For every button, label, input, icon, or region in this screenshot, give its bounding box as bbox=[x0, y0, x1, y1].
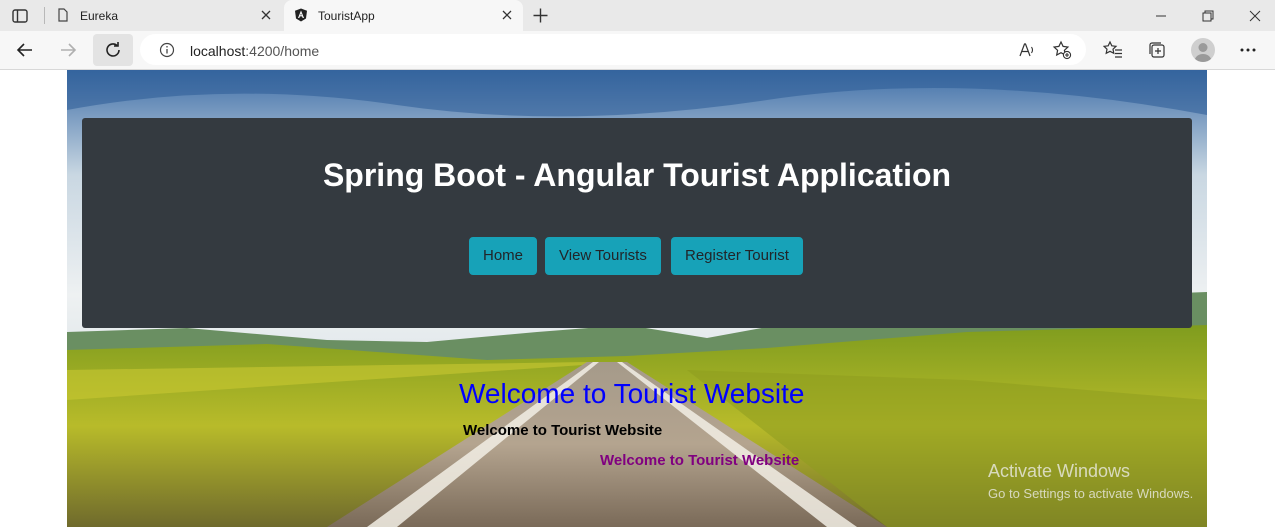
activate-windows-title: Activate Windows bbox=[988, 461, 1131, 481]
profile-avatar[interactable] bbox=[1191, 38, 1215, 62]
forward-icon[interactable] bbox=[58, 40, 78, 60]
tab-touristapp[interactable]: TouristApp bbox=[284, 0, 523, 31]
welcome-purple-text: Welcome to Tourist Website bbox=[600, 452, 800, 469]
collections-icon[interactable] bbox=[1147, 40, 1167, 60]
browser-tab-strip: Eureka TouristApp bbox=[0, 0, 1275, 31]
refresh-icon bbox=[106, 42, 120, 57]
home-button[interactable]: Home bbox=[469, 237, 538, 275]
welcome-heading: Welcome to Tourist Website bbox=[459, 378, 805, 409]
read-aloud-icon[interactable] bbox=[1018, 41, 1036, 59]
close-icon[interactable] bbox=[501, 9, 513, 21]
address-bar[interactable]: localhost:4200/home bbox=[140, 34, 1086, 65]
favorites-icon[interactable] bbox=[1103, 40, 1123, 60]
page-icon bbox=[58, 8, 68, 22]
url-host: localhost bbox=[190, 43, 246, 59]
angular-icon bbox=[295, 8, 307, 22]
back-icon[interactable] bbox=[15, 40, 35, 60]
window-close-icon[interactable] bbox=[1248, 9, 1262, 23]
url-path: :4200/home bbox=[245, 43, 320, 59]
more-options-icon[interactable] bbox=[1238, 40, 1258, 60]
info-icon[interactable] bbox=[159, 42, 175, 58]
page-viewport: Spring Boot - Angular Tourist Applicatio… bbox=[0, 70, 1275, 527]
tab-eureka[interactable]: Eureka bbox=[46, 0, 282, 31]
activate-windows-subtitle: Go to Settings to activate Windows. bbox=[988, 486, 1194, 501]
refresh-button[interactable] bbox=[93, 34, 133, 66]
app-header-card: Spring Boot - Angular Tourist Applicatio… bbox=[82, 118, 1192, 328]
close-icon[interactable] bbox=[260, 9, 272, 21]
user-icon bbox=[1194, 43, 1212, 62]
register-tourist-button[interactable]: Register Tourist bbox=[671, 237, 803, 275]
new-tab-icon[interactable] bbox=[532, 7, 549, 24]
browser-toolbar: localhost:4200/home bbox=[0, 31, 1275, 70]
tab-title: TouristApp bbox=[318, 9, 375, 23]
welcome-bold-text: Welcome to Tourist Website bbox=[463, 422, 663, 439]
minimize-icon[interactable] bbox=[1154, 9, 1168, 23]
app-title: Spring Boot - Angular Tourist Applicatio… bbox=[322, 157, 952, 193]
tab-separator bbox=[44, 7, 45, 24]
view-tourists-button[interactable]: View Tourists bbox=[545, 237, 661, 275]
tab-actions-icon[interactable] bbox=[11, 7, 29, 25]
tab-title: Eureka bbox=[80, 9, 119, 23]
url-text[interactable]: localhost:4200/home bbox=[190, 43, 319, 59]
add-favorite-icon[interactable] bbox=[1052, 40, 1072, 60]
restore-icon[interactable] bbox=[1201, 9, 1215, 23]
